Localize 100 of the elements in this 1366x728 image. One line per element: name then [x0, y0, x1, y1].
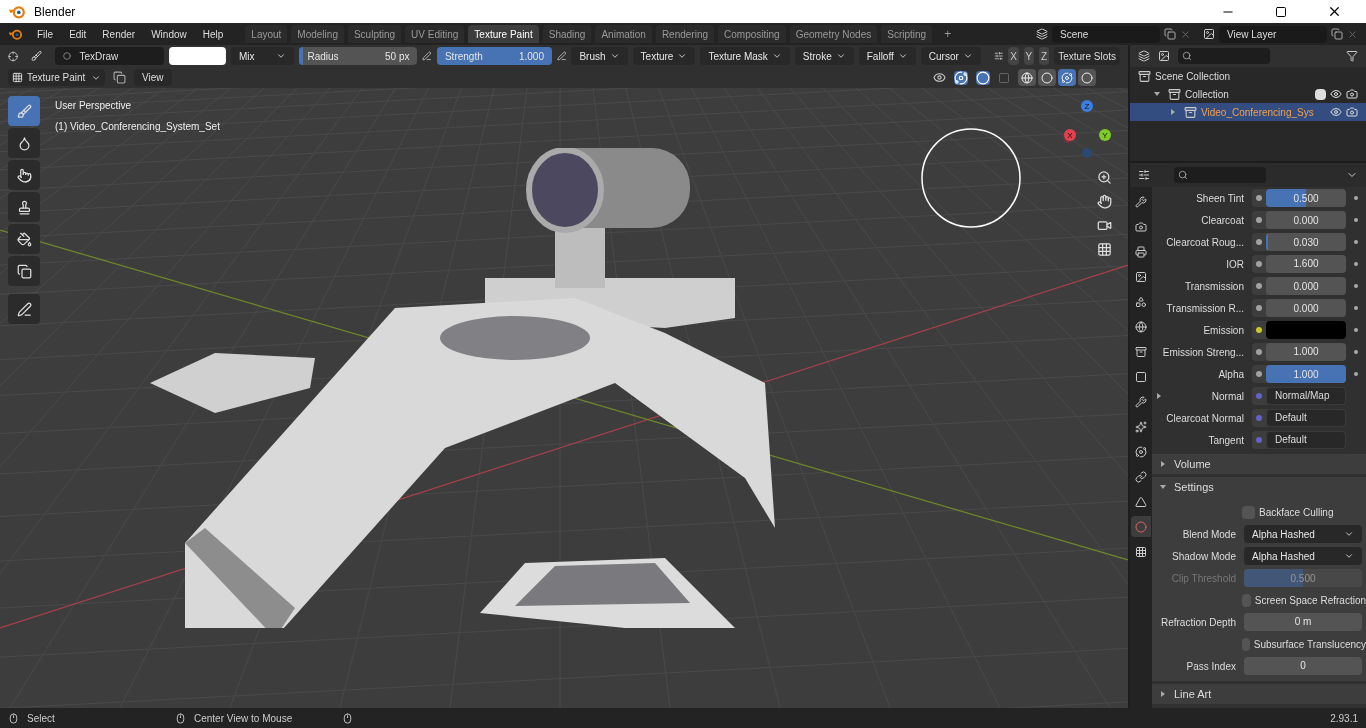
workspace-tab[interactable]: Geometry Nodes	[789, 25, 878, 43]
panel-header[interactable]: Volume	[1152, 454, 1366, 474]
search-field[interactable]	[1174, 167, 1266, 183]
navigation-gizmo[interactable]: X Y Z	[1058, 98, 1116, 160]
camera-icon[interactable]	[1346, 106, 1358, 118]
outliner-row[interactable]: Video_Conferencing_Sys	[1130, 103, 1366, 121]
checkbox[interactable]	[1315, 88, 1326, 100]
header-menu[interactable]: Texture	[632, 47, 696, 65]
shading-button[interactable]	[1038, 69, 1056, 86]
workspace-tab[interactable]: Rendering	[655, 25, 715, 43]
overlay-icon[interactable]	[976, 70, 990, 85]
camera-icon[interactable]	[1346, 88, 1358, 100]
axis-toggle[interactable]: Y	[1023, 47, 1034, 65]
duplicate-icon[interactable]	[1164, 28, 1176, 40]
workspace-tab[interactable]: Animation	[595, 25, 652, 43]
menu-item[interactable]: Edit	[63, 26, 93, 42]
workspace-tab[interactable]: Compositing	[718, 25, 786, 43]
workspace-tab[interactable]: Scripting	[881, 25, 933, 43]
hand-icon[interactable]	[1097, 194, 1112, 209]
radius-slider[interactable]: Radius 50 px	[299, 47, 418, 65]
header-menu[interactable]: Brush	[571, 47, 628, 65]
menu-item[interactable]: Help	[196, 26, 230, 42]
value-slider[interactable]: 0.000	[1266, 277, 1346, 295]
duplicate-icon[interactable]	[1331, 28, 1343, 40]
value-slider[interactable]: 0.500	[1266, 189, 1346, 207]
expanded-arrow-icon[interactable]	[1154, 91, 1160, 97]
tool-picker-icon[interactable]	[8, 49, 19, 63]
panel-header[interactable]: Settings	[1152, 477, 1366, 497]
outliner-row[interactable]: Scene Collection	[1130, 67, 1366, 85]
workspace-tab[interactable]: Modeling	[291, 25, 344, 43]
display-mode-icon[interactable]	[1138, 50, 1150, 62]
viewport[interactable]: User Perspective (1) Video_Conferencing_System_Set X Y Z	[0, 88, 1128, 708]
collapsed-arrow-icon[interactable]	[1170, 109, 1176, 115]
brush-icon[interactable]	[31, 49, 43, 63]
brush-color-swatch[interactable]	[169, 47, 226, 65]
workspace-tab[interactable]: Layout	[245, 25, 288, 43]
menu-item[interactable]: Window	[145, 26, 193, 42]
axis-toggle[interactable]: Z	[1038, 47, 1050, 65]
view-layer-field[interactable]: View Layer	[1219, 25, 1327, 43]
header-menu[interactable]: Stroke	[794, 47, 854, 65]
workspace-tab[interactable]: Shading	[542, 25, 592, 43]
visibility-icon[interactable]	[933, 71, 946, 84]
workspace-tab[interactable]: Sculpting	[347, 25, 402, 43]
blend-dropdown[interactable]: Mix	[230, 47, 295, 65]
scene-icon[interactable]	[1036, 28, 1048, 40]
number-field[interactable]: 0 m	[1244, 613, 1362, 631]
collapsed-arrow-icon[interactable]	[1160, 461, 1166, 467]
collapsed-arrow-icon[interactable]	[1156, 393, 1162, 399]
zoom-icon[interactable]	[1097, 170, 1112, 185]
mode-dropdown[interactable]: Alpha Hashed	[1244, 547, 1362, 565]
link-field[interactable]: Default	[1266, 409, 1346, 427]
pressure-icon[interactable]	[422, 50, 432, 62]
color-swatch[interactable]	[1266, 321, 1346, 339]
view-layer-icon[interactable]	[1203, 28, 1215, 40]
gizmo-axis[interactable]: Y	[1099, 129, 1111, 141]
number-field[interactable]: 0	[1244, 657, 1362, 675]
value-slider[interactable]: 0.030	[1266, 233, 1346, 251]
camera-icon[interactable]	[1097, 218, 1112, 233]
value-slider[interactable]: 1.000	[1266, 365, 1346, 383]
editor-type-icon[interactable]	[1138, 169, 1150, 181]
search-field[interactable]	[1178, 48, 1270, 64]
toolbar-tool[interactable]	[8, 160, 40, 190]
symmetry-icon[interactable]	[993, 50, 1004, 62]
header-menu[interactable]: Texture Mask	[700, 47, 790, 65]
mode-dropdown[interactable]: Texture Paint	[8, 69, 105, 86]
brush-field[interactable]: TexDraw	[55, 47, 164, 65]
toolbar-tool[interactable]	[8, 128, 40, 158]
value-slider[interactable]: 0.000	[1266, 299, 1346, 317]
shading-button[interactable]	[1018, 69, 1036, 86]
workspace-tab[interactable]: UV Editing	[405, 25, 465, 43]
strength-slider[interactable]: Strength 1.000	[436, 47, 552, 65]
mode-dropdown[interactable]: Alpha Hashed	[1244, 525, 1362, 543]
link-field[interactable]: Default	[1266, 431, 1346, 449]
workspace-tab[interactable]: Texture Paint	[468, 25, 539, 43]
texture-slots-menu[interactable]: Texture Slots	[1054, 47, 1121, 65]
collapsed-arrow-icon[interactable]	[1160, 691, 1166, 697]
gizmo-toggle-icon[interactable]	[954, 70, 968, 85]
filter-icon[interactable]	[1346, 50, 1358, 62]
shading-button[interactable]	[1078, 69, 1096, 86]
shading-button[interactable]	[1058, 69, 1076, 86]
expanded-arrow-icon[interactable]	[1160, 484, 1166, 490]
maximize-icon[interactable]	[1275, 5, 1287, 18]
toolbar-tool[interactable]	[8, 256, 40, 286]
filter-view-icon[interactable]	[1158, 50, 1170, 62]
scene-field[interactable]: Scene	[1052, 25, 1160, 43]
pressure-icon[interactable]	[556, 50, 567, 62]
eye-icon[interactable]	[1330, 106, 1342, 118]
add-workspace-button[interactable]: +	[936, 25, 960, 43]
menu-item[interactable]: Render	[96, 26, 142, 42]
value-slider[interactable]: 0.000	[1266, 211, 1346, 229]
outliner-row[interactable]: Collection	[1130, 85, 1366, 103]
overlay-toggle-icon[interactable]	[113, 71, 126, 84]
grid-icon[interactable]	[1097, 242, 1112, 257]
number-field[interactable]: 1.600	[1266, 255, 1346, 273]
menu-item[interactable]: File	[31, 26, 60, 42]
toolbar-tool[interactable]	[8, 224, 40, 254]
header-menu[interactable]: Falloff	[858, 47, 916, 65]
gizmo-axis[interactable]: X	[1064, 129, 1076, 141]
toolbar-tool[interactable]	[8, 192, 40, 222]
close-icon[interactable]	[1327, 4, 1342, 19]
